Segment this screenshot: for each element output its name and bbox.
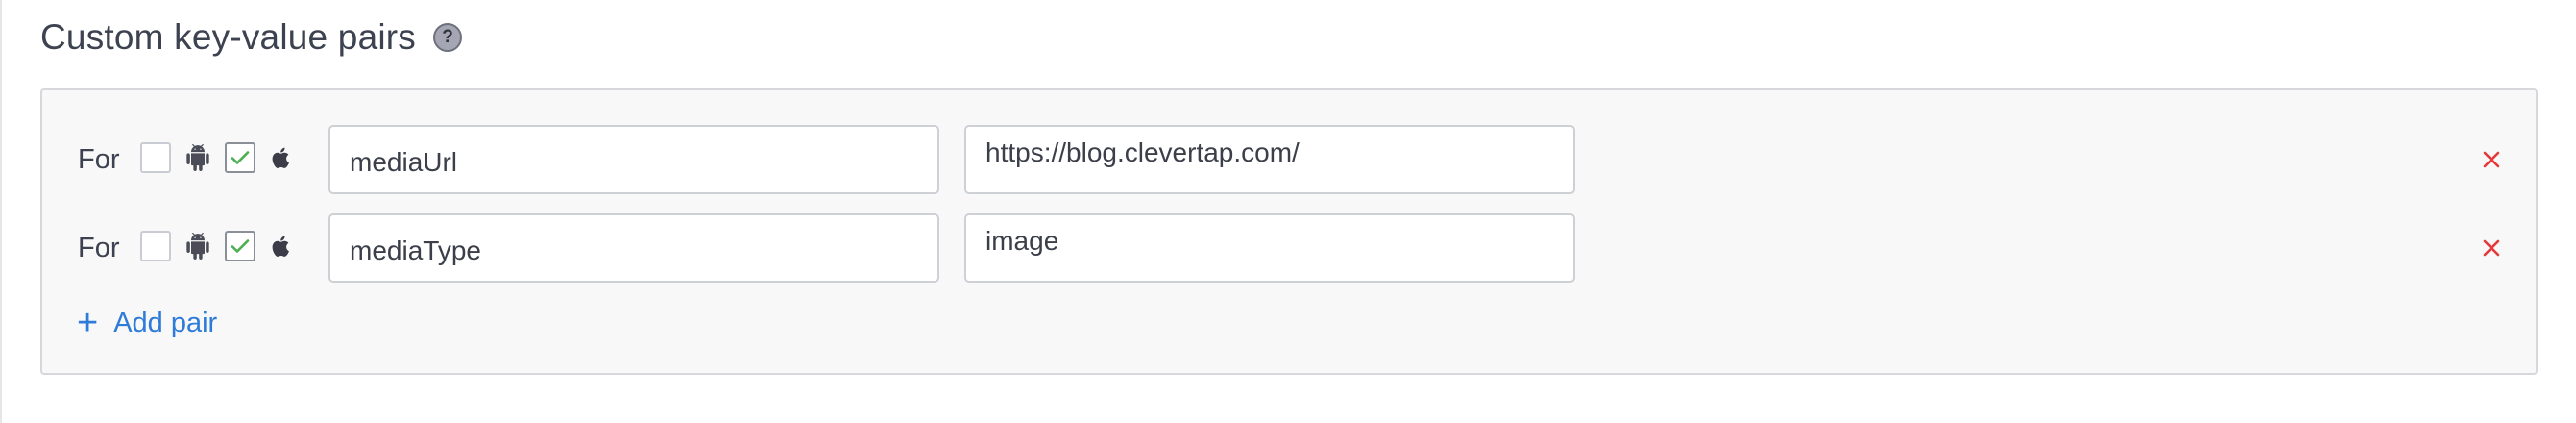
key-value-row: For <box>42 213 2536 283</box>
ios-checkbox[interactable] <box>225 142 255 173</box>
ios-checkbox[interactable] <box>225 231 255 261</box>
help-icon[interactable]: ? <box>433 23 462 52</box>
check-icon <box>231 151 250 164</box>
apple-icon <box>267 143 296 172</box>
key-value-row: For <box>42 125 2536 194</box>
left-divider <box>0 0 2 423</box>
key-value-panel: For For + <box>40 88 2538 375</box>
add-pair-button[interactable]: + Add pair <box>77 300 217 346</box>
check-icon <box>231 239 250 253</box>
apple-icon <box>267 232 296 261</box>
remove-pair-button[interactable] <box>2476 144 2507 175</box>
close-icon <box>2483 151 2500 168</box>
section-title: Custom key-value pairs <box>40 17 416 57</box>
platform-for-label: For <box>78 144 120 175</box>
pair-value-input[interactable] <box>964 213 1575 283</box>
pair-key-input[interactable] <box>328 213 939 283</box>
plus-icon: + <box>77 303 99 343</box>
platform-for-label: For <box>78 233 120 263</box>
section-header: Custom key-value pairs ? <box>40 12 462 63</box>
remove-pair-button[interactable] <box>2476 233 2507 263</box>
android-icon <box>183 232 212 261</box>
add-pair-label: Add pair <box>113 307 218 338</box>
pair-key-input[interactable] <box>328 125 939 194</box>
close-icon <box>2483 239 2500 257</box>
android-checkbox[interactable] <box>140 231 171 261</box>
pair-value-input[interactable] <box>964 125 1575 194</box>
android-icon <box>183 143 212 172</box>
android-checkbox[interactable] <box>140 142 171 173</box>
